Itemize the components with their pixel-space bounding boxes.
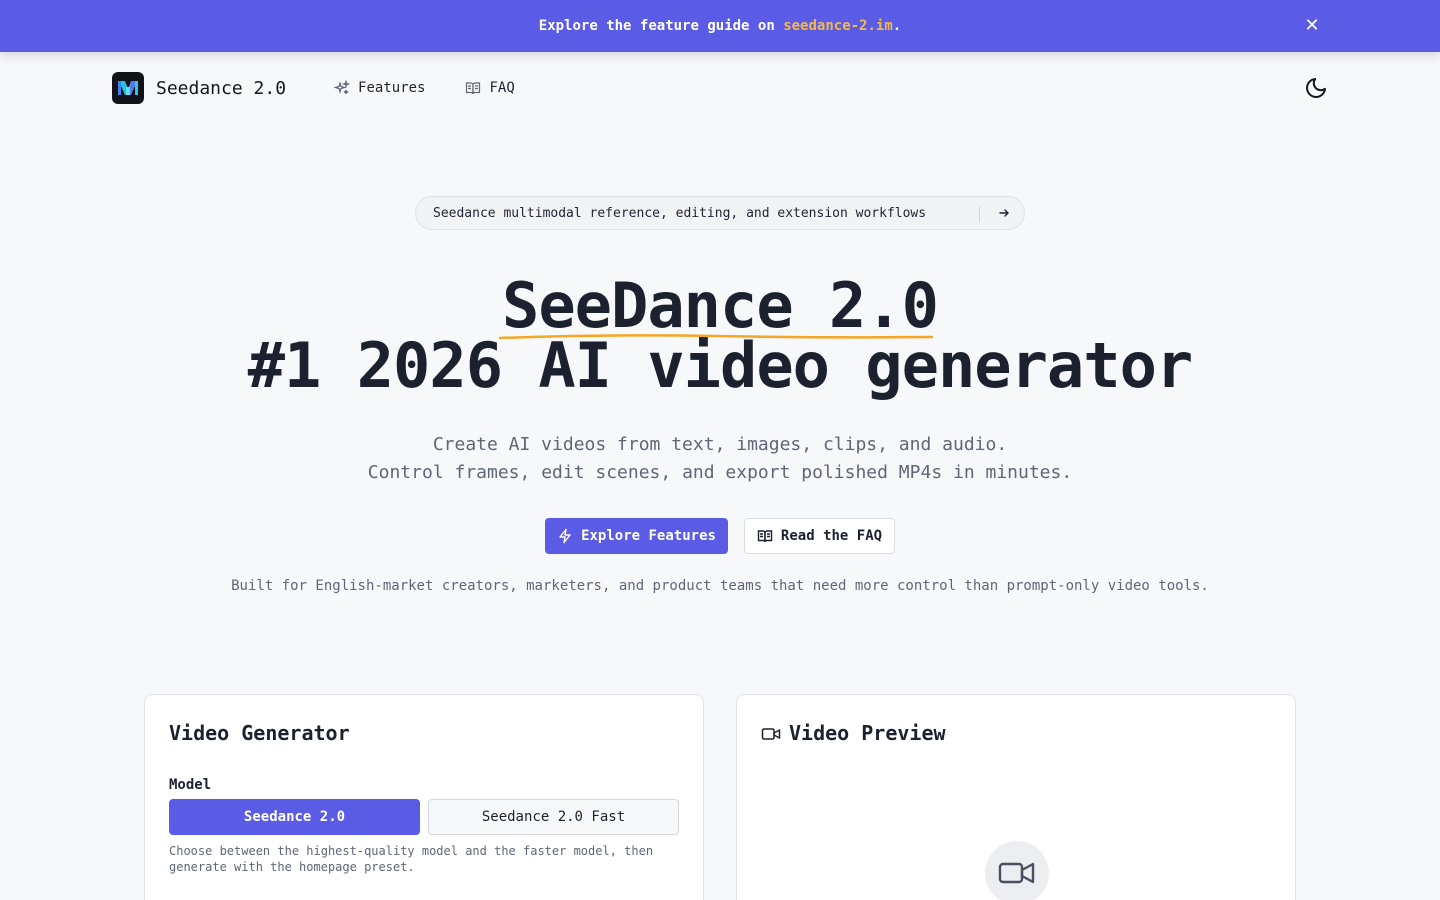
arrow-right-icon: [999, 209, 1009, 217]
model-label: Model: [169, 777, 212, 793]
video-preview-card: Video Preview: [736, 694, 1296, 900]
pill-divider: [979, 206, 980, 222]
brand-name[interactable]: Seedance 2.0: [156, 78, 286, 99]
video-generator-card: Video Generator Model Seedance 2.0 Seeda…: [144, 694, 704, 900]
moon-icon[interactable]: [1304, 76, 1328, 100]
logo[interactable]: [112, 72, 144, 104]
book-open-icon: [757, 530, 773, 543]
title-underline: [498, 334, 934, 340]
video-preview-title: Video Preview: [789, 721, 946, 745]
nav-faq-label: FAQ: [489, 80, 515, 96]
nav-faq[interactable]: FAQ: [465, 80, 515, 96]
audience-text: Built for English-market creators, marke…: [231, 578, 1209, 594]
video-camera-icon: [998, 862, 1035, 884]
nav-features[interactable]: Features: [334, 80, 425, 96]
close-icon[interactable]: ✕: [1302, 16, 1322, 36]
banner-text: Explore the feature guide on seedance-2.…: [538, 18, 902, 34]
model-option-seedance-2-fast[interactable]: Seedance 2.0 Fast: [428, 799, 679, 835]
read-faq-label: Read the FAQ: [780, 528, 883, 544]
lightning-icon: [559, 528, 571, 544]
sparkles-icon: [334, 80, 351, 95]
model-help-text: Choose between the highest-quality model…: [169, 844, 654, 874]
explore-features-button[interactable]: Explore Features: [545, 518, 728, 554]
explore-features-label: Explore Features: [581, 528, 716, 544]
announcement-pill[interactable]: Seedance multimodal reference, editing, …: [415, 196, 1025, 230]
video-generator-title: Video Generator: [169, 721, 350, 745]
banner-link[interactable]: seedance-2.im: [783, 18, 893, 34]
top-nav: Seedance 2.0 Features FAQ: [112, 72, 1328, 104]
model-option-seedance-2[interactable]: Seedance 2.0: [169, 799, 420, 835]
read-faq-button[interactable]: Read the FAQ: [744, 518, 895, 554]
book-open-icon: [466, 82, 481, 95]
hero-subtitle-line2: Control frames, edit scenes, and export …: [367, 462, 1073, 483]
announcement-text: Seedance multimodal reference, editing, …: [433, 205, 927, 221]
hero-subtitle: Create AI videos from text, images, clip…: [0, 431, 1440, 487]
announcement-banner: Explore the feature guide on seedance-2.…: [0, 0, 1440, 52]
preview-placeholder: [985, 841, 1049, 900]
hero-title-line1: SeeDance 2.0: [498, 275, 939, 340]
video-camera-icon: [761, 728, 781, 740]
nav-features-label: Features: [358, 80, 426, 96]
hero-subtitle-line1: Create AI videos from text, images, clip…: [432, 434, 1008, 455]
hero-title: SeeDance 2.0 #1 2026 AI video generator: [0, 275, 1440, 397]
